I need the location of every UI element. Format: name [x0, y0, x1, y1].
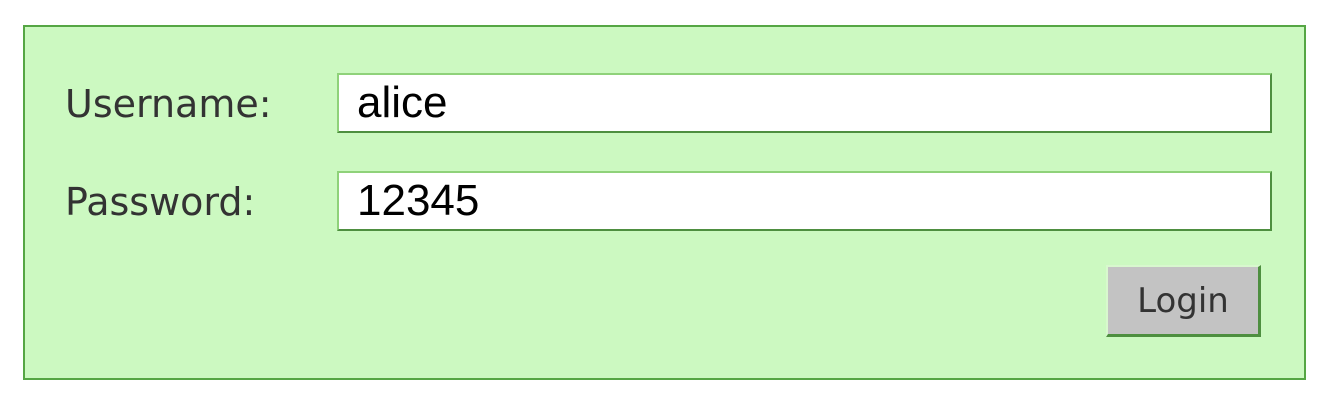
password-input[interactable] — [337, 171, 1272, 231]
login-panel: Username: Password: Login — [23, 25, 1306, 380]
password-label: Password: — [65, 180, 256, 224]
username-input[interactable] — [337, 73, 1272, 133]
username-label: Username: — [65, 82, 272, 126]
login-button[interactable]: Login — [1106, 265, 1261, 337]
